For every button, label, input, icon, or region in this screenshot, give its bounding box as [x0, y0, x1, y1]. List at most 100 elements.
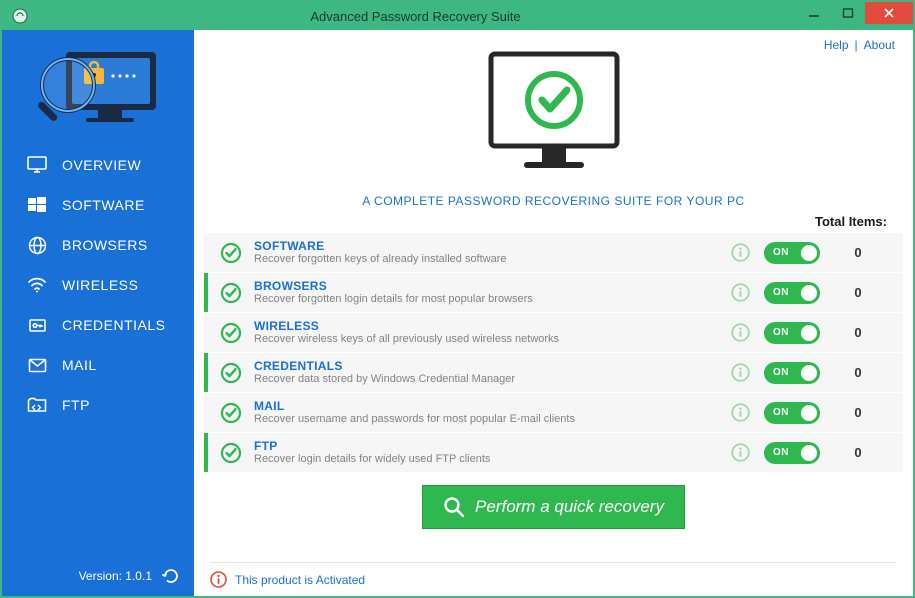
titlebar: Advanced Password Recovery Suite: [2, 2, 913, 30]
wifi-icon: [26, 274, 48, 296]
version-label: Version: 1.0.1: [79, 569, 152, 583]
nav-software[interactable]: SOFTWARE: [2, 185, 194, 225]
category-desc: Recover wireless keys of all previously …: [254, 333, 723, 346]
toggle-wrap: ON: [757, 282, 827, 304]
category-desc: Recover forgotten keys of already instal…: [254, 253, 723, 266]
nav-browsers[interactable]: BROWSERS: [2, 225, 194, 265]
info-icon[interactable]: [723, 283, 757, 302]
category-row: MAILRecover username and passwords for m…: [204, 393, 903, 432]
toggle-label: ON: [773, 367, 789, 378]
hero-monitor-icon: [469, 46, 639, 186]
toggle-switch[interactable]: ON: [764, 322, 820, 344]
toggle-label: ON: [773, 327, 789, 338]
toggle-switch[interactable]: ON: [764, 362, 820, 384]
refresh-icon[interactable]: [162, 567, 180, 585]
toggle-wrap: ON: [757, 442, 827, 464]
category-title: SOFTWARE: [254, 239, 723, 253]
close-button[interactable]: [865, 2, 913, 24]
mail-icon: [26, 354, 48, 376]
status-bar: This product is Activated: [194, 552, 913, 596]
check-icon: [218, 442, 244, 464]
category-list: SOFTWARERecover forgotten keys of alread…: [194, 233, 913, 473]
category-title: MAIL: [254, 399, 723, 413]
nav-credentials[interactable]: CREDENTIALS: [2, 305, 194, 345]
window-title: Advanced Password Recovery Suite: [34, 9, 797, 24]
button-label: Perform a quick recovery: [475, 497, 664, 517]
total-items-header: Total Items:: [815, 214, 887, 229]
category-desc: Recover forgotten login details for most…: [254, 293, 723, 306]
category-desc: Recover username and passwords for most …: [254, 413, 723, 426]
toggle-label: ON: [773, 247, 789, 258]
perform-recovery-button[interactable]: Perform a quick recovery: [422, 485, 685, 529]
info-icon[interactable]: [723, 323, 757, 342]
minimize-button[interactable]: [797, 2, 831, 24]
windows-icon: [26, 194, 48, 216]
check-icon: [218, 282, 244, 304]
nav-mail[interactable]: MAIL: [2, 345, 194, 385]
toggle-knob: [801, 445, 817, 461]
nav-label: BROWSERS: [62, 237, 148, 253]
toggle-switch[interactable]: ON: [764, 442, 820, 464]
item-count: 0: [827, 245, 889, 260]
body: OVERVIEW SOFTWARE BROWSERS WIRELESS CRED…: [2, 30, 913, 596]
category-row: FTPRecover login details for widely used…: [204, 433, 903, 472]
toggle-wrap: ON: [757, 362, 827, 384]
main: Help | About A COMPLETE PASSWORD RECOVER…: [194, 30, 913, 596]
action-bar: Perform a quick recovery: [194, 473, 913, 529]
check-icon: [218, 242, 244, 264]
maximize-button[interactable]: [831, 2, 865, 24]
category-title: BROWSERS: [254, 279, 723, 293]
category-title: WIRELESS: [254, 319, 723, 333]
category-desc: Recover data stored by Windows Credentia…: [254, 373, 723, 386]
category-title: FTP: [254, 439, 723, 453]
category-row: BROWSERSRecover forgotten login details …: [204, 273, 903, 312]
toggle-label: ON: [773, 447, 789, 458]
category-row: WIRELESSRecover wireless keys of all pre…: [204, 313, 903, 352]
toggle-knob: [801, 245, 817, 261]
info-icon[interactable]: [723, 403, 757, 422]
info-icon[interactable]: [723, 443, 757, 462]
toggle-switch[interactable]: ON: [764, 402, 820, 424]
logo: [2, 30, 194, 145]
search-icon: [443, 496, 465, 518]
category-row: SOFTWARERecover forgotten keys of alread…: [204, 233, 903, 272]
nav-label: OVERVIEW: [62, 157, 141, 173]
nav-ftp[interactable]: FTP: [2, 385, 194, 425]
nav-overview[interactable]: OVERVIEW: [2, 145, 194, 185]
info-icon[interactable]: [723, 243, 757, 262]
toggle-switch[interactable]: ON: [764, 242, 820, 264]
nav-label: WIRELESS: [62, 277, 138, 293]
info-icon: [210, 571, 227, 588]
toggle-switch[interactable]: ON: [764, 282, 820, 304]
item-count: 0: [827, 445, 889, 460]
monitor-icon: [26, 154, 48, 176]
toggle-label: ON: [773, 287, 789, 298]
key-icon: [26, 314, 48, 336]
ftp-icon: [26, 394, 48, 416]
info-icon[interactable]: [723, 363, 757, 382]
window-controls: [797, 2, 913, 30]
category-meta: CREDENTIALSRecover data stored by Window…: [244, 359, 723, 387]
toggle-wrap: ON: [757, 322, 827, 344]
toggle-knob: [801, 365, 817, 381]
category-title: CREDENTIALS: [254, 359, 723, 373]
toggle-wrap: ON: [757, 242, 827, 264]
nav-label: MAIL: [62, 357, 97, 373]
globe-icon: [26, 234, 48, 256]
item-count: 0: [827, 405, 889, 420]
sidebar-footer: Version: 1.0.1: [2, 556, 194, 596]
check-icon: [218, 322, 244, 344]
category-desc: Recover login details for widely used FT…: [254, 453, 723, 466]
category-meta: WIRELESSRecover wireless keys of all pre…: [244, 319, 723, 347]
category-meta: BROWSERSRecover forgotten login details …: [244, 279, 723, 307]
item-count: 0: [827, 365, 889, 380]
category-row: CREDENTIALSRecover data stored by Window…: [204, 353, 903, 392]
check-icon: [218, 402, 244, 424]
item-count: 0: [827, 285, 889, 300]
nav-label: FTP: [62, 397, 90, 413]
nav-wireless[interactable]: WIRELESS: [2, 265, 194, 305]
app-icon: [6, 2, 34, 30]
status-message: This product is Activated: [235, 573, 365, 587]
table-header: Total Items:: [194, 208, 913, 233]
toggle-knob: [801, 325, 817, 341]
